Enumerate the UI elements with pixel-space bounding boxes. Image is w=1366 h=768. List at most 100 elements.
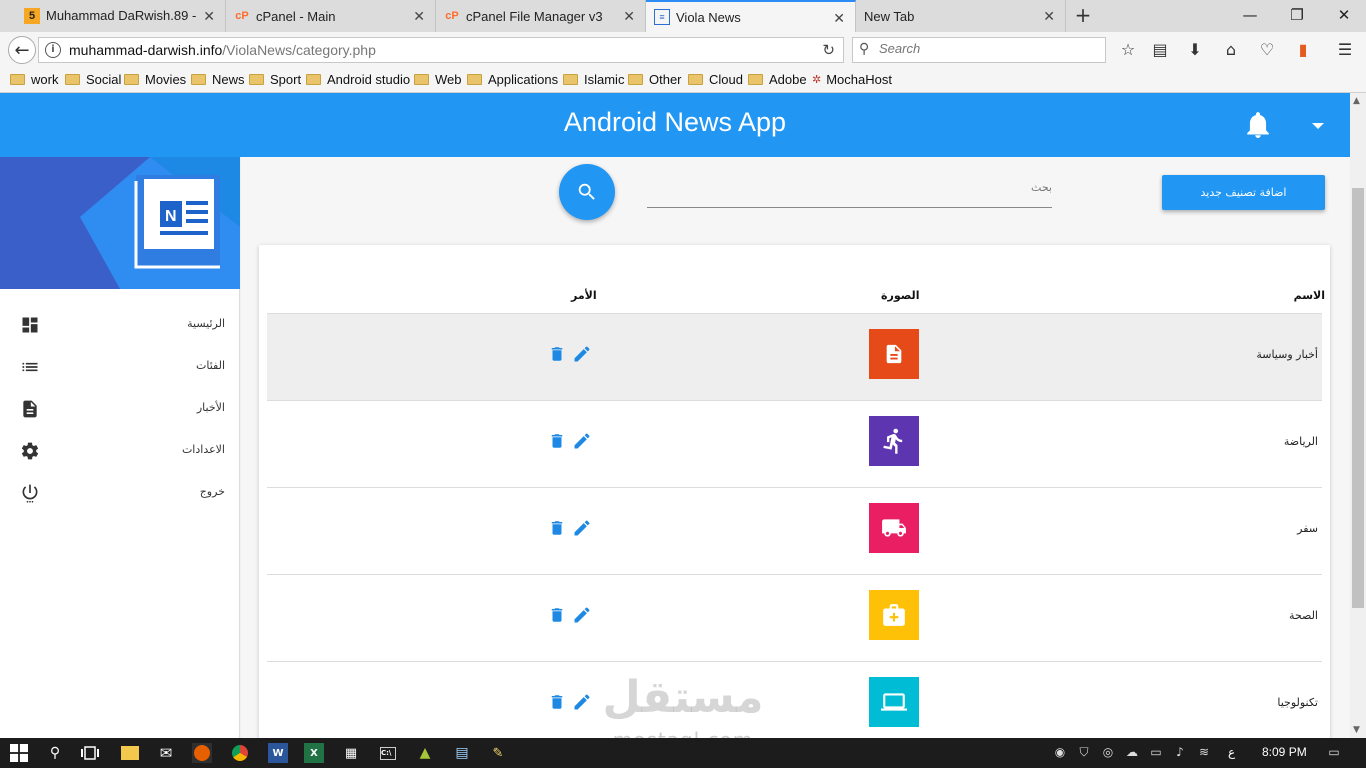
- calculator-icon[interactable]: ▦: [341, 743, 361, 763]
- minimize-icon[interactable]: —: [1240, 6, 1260, 24]
- tab-new-tab[interactable]: New Tab ✕: [856, 0, 1066, 32]
- sidebar-item-news[interactable]: الأخبار: [0, 389, 240, 431]
- folder-icon: [10, 74, 25, 85]
- main-content: اضافة تصنيف جديد الاسم الصورة الأمر أخبا…: [241, 157, 1350, 765]
- reload-icon[interactable]: ↻: [822, 41, 835, 59]
- bookmark-applications[interactable]: Applications: [467, 72, 558, 87]
- close-icon[interactable]: ✕: [203, 8, 215, 25]
- bookmark-other[interactable]: Other: [628, 72, 682, 87]
- sidebar-item-settings[interactable]: الاعدادات: [0, 431, 240, 473]
- delete-icon[interactable]: [548, 431, 566, 451]
- cpanel-icon: cP: [445, 10, 459, 22]
- chevron-down-icon[interactable]: [1312, 123, 1324, 129]
- mail-icon[interactable]: ✉: [156, 743, 176, 763]
- tab-viola-news[interactable]: ≡ Viola News ✕: [646, 0, 856, 32]
- url-bar[interactable]: i muhammad-darwish.info/ViolaNews/catego…: [38, 37, 844, 63]
- sidebar-item-categories[interactable]: الفئات: [0, 347, 240, 389]
- notepad-icon[interactable]: ▤: [452, 743, 472, 763]
- bookmarks-bar: work Social Movies News Sport Android st…: [0, 68, 1366, 93]
- scroll-up-icon[interactable]: ▲: [1353, 96, 1360, 106]
- file-explorer-icon[interactable]: [120, 743, 140, 763]
- bookmark-movies[interactable]: Movies: [124, 72, 186, 87]
- search-icon[interactable]: ⚲: [45, 743, 65, 763]
- extension-icon[interactable]: ▮: [1293, 40, 1313, 60]
- delete-icon[interactable]: [548, 344, 566, 364]
- language-indicator[interactable]: ع: [1228, 745, 1235, 759]
- category-image: [869, 416, 919, 466]
- word-icon[interactable]: W: [268, 743, 288, 763]
- close-icon[interactable]: ✕: [1043, 8, 1055, 25]
- close-icon[interactable]: ✕: [833, 10, 845, 27]
- download-icon[interactable]: ⬇: [1185, 40, 1205, 60]
- search-input[interactable]: [647, 172, 1052, 202]
- bookmark-star-icon[interactable]: ☆: [1118, 40, 1138, 60]
- chrome-icon[interactable]: [230, 743, 250, 763]
- bookmark-social[interactable]: Social: [65, 72, 121, 87]
- clock[interactable]: 8:09 PM: [1262, 745, 1307, 759]
- category-image: [869, 503, 919, 553]
- bookmark-adobe[interactable]: Adobe: [748, 72, 807, 87]
- terminal-icon[interactable]: C:\: [378, 743, 398, 763]
- paint-icon[interactable]: ✎: [488, 743, 508, 763]
- tab-muhammad-darwish[interactable]: 5 Muhammad DaRwish.89 - ح ✕: [16, 0, 226, 32]
- tray-shield-icon[interactable]: ⛉: [1076, 745, 1092, 761]
- scrollbar-thumb[interactable]: [1352, 188, 1364, 608]
- delete-icon[interactable]: [548, 605, 566, 625]
- tab-cpanel-file-manager[interactable]: cP cPanel File Manager v3 ✕: [436, 0, 646, 32]
- bookmark-cloud[interactable]: Cloud: [688, 72, 743, 87]
- bookmark-news[interactable]: News: [191, 72, 245, 87]
- browser-search-input[interactable]: [879, 41, 1079, 56]
- notifications-icon[interactable]: ▭: [1326, 745, 1342, 761]
- close-icon[interactable]: ✕: [413, 8, 425, 25]
- search-button[interactable]: [559, 164, 615, 220]
- battery-icon[interactable]: ▭: [1148, 745, 1164, 761]
- categories-table: الاسم الصورة الأمر أخبار وسياسة الرياضة: [259, 245, 1330, 765]
- close-window-icon[interactable]: ✕: [1334, 6, 1354, 24]
- new-tab-button[interactable]: +: [1072, 4, 1094, 26]
- edit-icon[interactable]: [572, 431, 592, 451]
- delete-icon[interactable]: [548, 518, 566, 538]
- bell-icon[interactable]: [1245, 111, 1271, 143]
- edit-icon[interactable]: [572, 344, 592, 364]
- pocket-icon[interactable]: ♡: [1257, 40, 1277, 60]
- network-icon[interactable]: ≋: [1196, 745, 1212, 761]
- bookmark-islamic[interactable]: Islamic: [563, 72, 624, 87]
- edit-icon[interactable]: [572, 518, 592, 538]
- bookmark-web[interactable]: Web: [414, 72, 462, 87]
- bookmark-mochahost[interactable]: ✲ MochaHost: [812, 72, 892, 87]
- browser-search-bar[interactable]: ⚲: [852, 37, 1106, 63]
- edit-icon[interactable]: [572, 605, 592, 625]
- bookmark-work[interactable]: work: [10, 72, 58, 87]
- table-row: الصحة: [267, 574, 1322, 661]
- add-category-button[interactable]: اضافة تصنيف جديد: [1162, 175, 1325, 210]
- delete-icon[interactable]: [548, 692, 566, 712]
- svg-text:N: N: [165, 208, 177, 225]
- category-name: الصحة: [1289, 609, 1318, 622]
- tab-cpanel-main[interactable]: cP cPanel - Main ✕: [226, 0, 436, 32]
- search-icon: [578, 183, 595, 200]
- edit-icon[interactable]: [572, 692, 592, 712]
- maximize-icon[interactable]: ❐: [1287, 6, 1307, 24]
- excel-icon[interactable]: X: [304, 743, 324, 763]
- sidebar-item-home[interactable]: الرئيسية: [0, 305, 240, 347]
- sidebar-item-logout[interactable]: خروج: [0, 473, 240, 515]
- menu-icon[interactable]: ☰: [1335, 40, 1355, 60]
- scroll-down-icon[interactable]: ▼: [1353, 725, 1360, 735]
- task-view-icon[interactable]: [80, 743, 100, 763]
- windows-start-icon[interactable]: [9, 743, 29, 763]
- firefox-icon[interactable]: [192, 743, 212, 763]
- tray-chrome-icon[interactable]: ◉: [1052, 745, 1068, 761]
- info-icon[interactable]: i: [45, 42, 61, 58]
- page-scrollbar[interactable]: ▲ ▼: [1350, 93, 1366, 738]
- home-icon[interactable]: ⌂: [1221, 40, 1241, 60]
- volume-icon[interactable]: ♪: [1172, 745, 1188, 761]
- tray-update-icon[interactable]: ◎: [1100, 745, 1116, 761]
- android-studio-icon[interactable]: ▲: [415, 743, 435, 763]
- close-icon[interactable]: ✕: [623, 8, 635, 25]
- header-name: الاسم: [1293, 289, 1325, 302]
- library-icon[interactable]: ▤: [1150, 40, 1170, 60]
- tray-wifi-icon[interactable]: ☁: [1124, 745, 1140, 761]
- bookmark-sport[interactable]: Sport: [249, 72, 301, 87]
- bookmark-android-studio[interactable]: Android studio: [306, 72, 410, 87]
- back-button[interactable]: ←: [8, 36, 36, 64]
